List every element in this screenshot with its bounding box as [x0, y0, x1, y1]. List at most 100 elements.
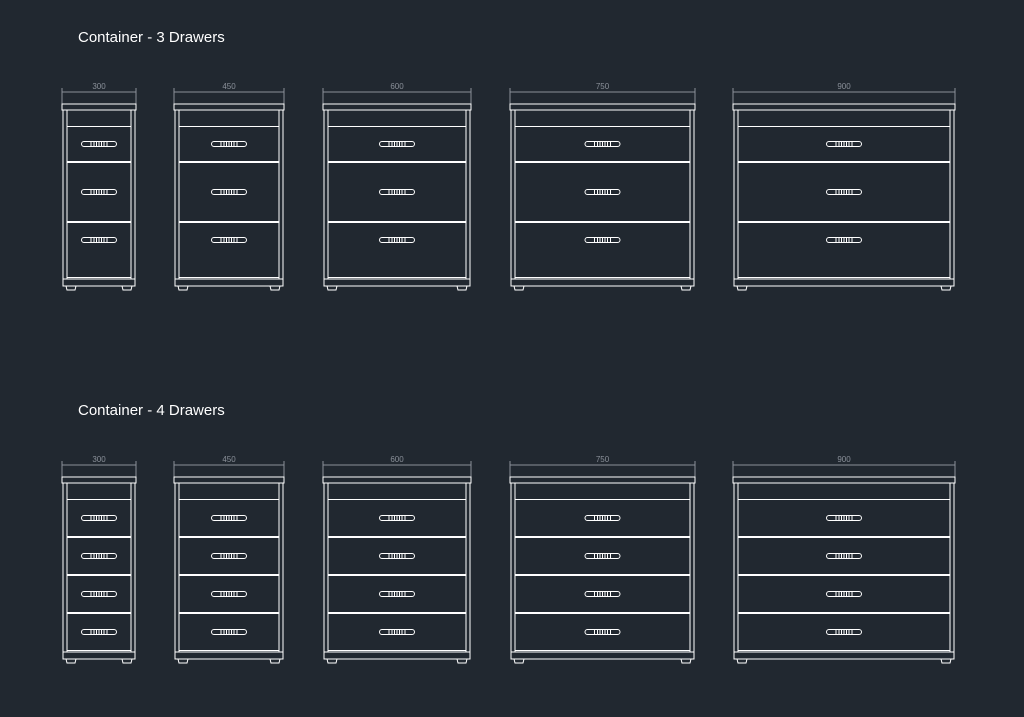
- foot-left: [513, 658, 525, 664]
- drawer-handle: [826, 591, 862, 597]
- foot-left: [736, 658, 748, 664]
- drawer-handle: [81, 591, 117, 597]
- dimension-label: 300: [92, 455, 106, 464]
- drawer-handle: [826, 553, 862, 559]
- container-450: 450: [173, 82, 285, 291]
- top-panel: [732, 103, 956, 111]
- drawer-handle: [81, 141, 117, 147]
- drawer-front: [66, 499, 132, 537]
- drawer-front: [327, 222, 467, 278]
- drawer-handle: [81, 629, 117, 635]
- dimension-label: 300: [92, 82, 106, 91]
- cabinet-body: [174, 109, 284, 287]
- drawer-handle: [211, 141, 247, 147]
- drawer-panel: [66, 222, 132, 278]
- foot-left: [65, 658, 77, 664]
- drawer-front: [737, 537, 951, 575]
- drawer-front: [327, 537, 467, 575]
- drawer-front: [327, 162, 467, 222]
- dimension-line: 600: [322, 455, 472, 477]
- drawer-front: [178, 613, 280, 651]
- dimension-line: 900: [732, 82, 956, 104]
- drawer-front: [178, 537, 280, 575]
- top-panel: [509, 476, 696, 484]
- container-450: 450: [173, 455, 285, 664]
- foot-right: [456, 658, 468, 664]
- drawer-handle: [81, 553, 117, 559]
- drawer-front: [514, 162, 691, 222]
- foot-right: [456, 285, 468, 291]
- drawer-handle: [211, 629, 247, 635]
- cabinet-body: [323, 109, 471, 287]
- drawer-handle: [826, 629, 862, 635]
- top-panel: [322, 476, 472, 484]
- drawer-handle: [379, 629, 415, 635]
- drawer-handle: [584, 515, 621, 521]
- foot-left: [177, 658, 189, 664]
- drawer-handle: [379, 141, 415, 147]
- drawer-front: [514, 613, 691, 651]
- drawer-front: [178, 126, 280, 162]
- drawer-front: [178, 499, 280, 537]
- drawer-front: [514, 499, 691, 537]
- drawer-handle: [584, 189, 621, 195]
- drawer-front: [178, 222, 280, 278]
- drawer-panel: [327, 222, 467, 278]
- drawer-handle: [81, 189, 117, 195]
- drawer-handle: [211, 189, 247, 195]
- drawer-handle: [584, 591, 621, 597]
- top-panel: [61, 103, 137, 111]
- dimension-label: 750: [596, 82, 610, 91]
- drawer-handle: [379, 237, 415, 243]
- drawer-front: [327, 499, 467, 537]
- container-900: 900: [732, 455, 956, 664]
- drawer-handle: [379, 591, 415, 597]
- drawer-handle: [379, 553, 415, 559]
- dimension-label: 450: [222, 455, 236, 464]
- dimension-line: 600: [322, 82, 472, 104]
- dimension-line: 750: [509, 82, 696, 104]
- drawer-handle: [584, 237, 621, 243]
- container-600: 600: [322, 82, 472, 291]
- drawer-handle: [826, 515, 862, 521]
- container-900: 900: [732, 82, 956, 291]
- container-750: 750: [509, 455, 696, 664]
- drawer-handle: [211, 515, 247, 521]
- foot-right: [269, 658, 281, 664]
- drawer-front: [327, 613, 467, 651]
- drawer-front: [737, 222, 951, 278]
- drawer-handle: [826, 141, 862, 147]
- drawer-front: [737, 499, 951, 537]
- dimension-line: 900: [732, 455, 956, 477]
- top-panel: [173, 103, 285, 111]
- drawer-handle: [211, 553, 247, 559]
- cabinet-body: [62, 109, 136, 287]
- dimension-line: 450: [173, 82, 285, 104]
- drawer-front: [327, 575, 467, 613]
- drawer-front: [514, 126, 691, 162]
- dimension-line: 300: [61, 82, 137, 104]
- drawer-front: [66, 537, 132, 575]
- drawer-handle: [379, 515, 415, 521]
- drawing-canvas: 300 450 600 750 900 300 450 600 750 900: [61, 82, 956, 664]
- drawer-front: [737, 162, 951, 222]
- drawer-handle: [584, 553, 621, 559]
- drawer-front: [66, 613, 132, 651]
- drawer-handle: [826, 189, 862, 195]
- drawer-handle: [211, 237, 247, 243]
- cabinet-body: [510, 109, 695, 287]
- foot-left: [736, 285, 748, 291]
- drawer-front: [737, 575, 951, 613]
- drawer-handle: [81, 515, 117, 521]
- drawer-front: [327, 126, 467, 162]
- drawer-front: [178, 575, 280, 613]
- top-panel: [732, 476, 956, 484]
- dimension-label: 600: [390, 455, 404, 464]
- drawer-front: [66, 162, 132, 222]
- dimension-label: 750: [596, 455, 610, 464]
- drawer-front: [737, 613, 951, 651]
- drawer-front: [737, 126, 951, 162]
- drawer-panel: [514, 222, 691, 278]
- drawer-panel: [178, 222, 280, 278]
- drawer-front: [66, 222, 132, 278]
